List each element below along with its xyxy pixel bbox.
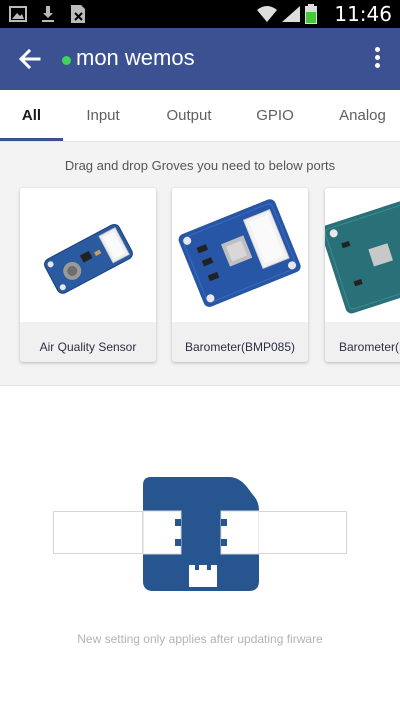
grove-card-barometer[interactable]: Barometer(B [325, 188, 400, 362]
no-sim-icon [68, 4, 88, 24]
tab-output[interactable]: Output [143, 90, 235, 141]
tab-bar: All Input Output GPIO Analog [0, 90, 400, 142]
back-button[interactable] [14, 43, 46, 75]
more-vert-icon [374, 47, 380, 52]
grove-card-barometer-bmp085[interactable]: Barometer(BMP085) [172, 188, 308, 362]
grove-card-air-quality-sensor[interactable]: Air Quality Sensor [20, 188, 156, 362]
status-time: 11:46 [334, 2, 392, 26]
more-options-button[interactable] [368, 44, 386, 74]
app-bar: mon wemos [0, 28, 400, 90]
barometer-image [325, 188, 400, 322]
battery-icon [304, 4, 324, 24]
wemos-board-icon [142, 477, 260, 591]
download-icon [38, 4, 58, 24]
air-quality-sensor-image [20, 188, 156, 322]
wifi-icon [256, 4, 278, 24]
grove-card-label: Barometer(B [339, 340, 400, 354]
gallery-icon [8, 4, 28, 24]
barometer-bmp085-image [172, 188, 308, 322]
port-left-slot[interactable] [53, 511, 143, 554]
grove-hint: Drag and drop Groves you need to below p… [64, 158, 336, 173]
port-right-slot[interactable] [258, 511, 347, 554]
status-bar: 11:46 [0, 0, 400, 28]
online-status-dot [62, 56, 71, 65]
grove-picker: Drag and drop Groves you need to below p… [0, 142, 400, 386]
tab-gpio[interactable]: GPIO [235, 90, 315, 141]
grove-card-label: Air Quality Sensor [39, 340, 137, 354]
tab-analog[interactable]: Analog [315, 90, 400, 141]
signal-icon [280, 4, 301, 24]
tab-all[interactable]: All [0, 90, 63, 141]
back-arrow-icon [18, 48, 41, 70]
tab-input[interactable]: Input [63, 90, 143, 141]
grove-card-label: Barometer(BMP085) [184, 340, 296, 354]
firmware-note: New setting only applies after updating … [77, 632, 323, 646]
page-title: mon wemos [76, 45, 195, 70]
active-tab-indicator [0, 138, 63, 141]
